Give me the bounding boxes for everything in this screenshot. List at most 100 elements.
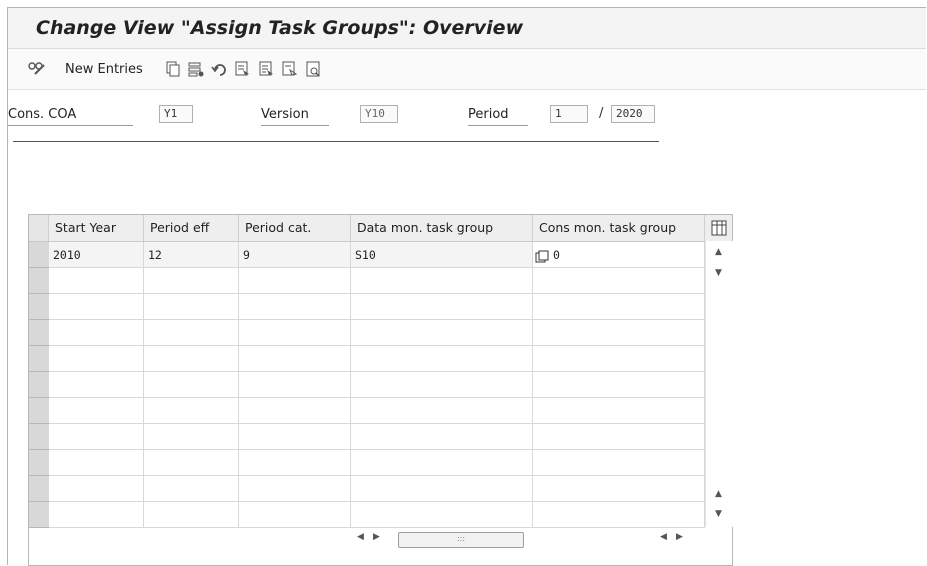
table-cell[interactable] xyxy=(351,476,533,502)
table-cell[interactable] xyxy=(49,450,144,476)
display-change-icon[interactable] xyxy=(26,59,48,79)
table-cell[interactable] xyxy=(144,320,239,346)
select-block-icon[interactable] xyxy=(257,59,277,79)
row-selector[interactable] xyxy=(29,450,49,476)
table-cell[interactable] xyxy=(239,372,351,398)
table-cell[interactable] xyxy=(533,294,705,320)
value-help-icon[interactable] xyxy=(535,247,549,263)
scroll-right-icon[interactable]: ▶ xyxy=(373,532,380,542)
table-cell[interactable]: 9 xyxy=(239,242,351,268)
scroll-page-down-icon[interactable]: ▼ xyxy=(715,268,722,278)
scroll-left-icon[interactable]: ◀ xyxy=(357,532,364,542)
period-underline xyxy=(468,125,528,126)
row-selector[interactable] xyxy=(29,398,49,424)
scroll-up-icon[interactable]: ▲ xyxy=(715,247,722,257)
table-cell[interactable] xyxy=(351,294,533,320)
table-cell[interactable] xyxy=(239,268,351,294)
table-cell[interactable]: 12 xyxy=(144,242,239,268)
table-cell[interactable]: S10 xyxy=(351,242,533,268)
table-cell[interactable] xyxy=(239,294,351,320)
table-cell[interactable] xyxy=(144,502,239,528)
table-cell[interactable] xyxy=(49,320,144,346)
column-header-start-year[interactable]: Start Year xyxy=(49,215,144,241)
table-cell[interactable] xyxy=(351,424,533,450)
row-selector[interactable] xyxy=(29,346,49,372)
scroll-page-up-icon[interactable]: ▲ xyxy=(715,489,722,499)
column-header-cons-mon-task-group[interactable]: Cons mon. task group xyxy=(533,215,705,241)
deselect-all-icon[interactable] xyxy=(280,59,300,79)
table-cell[interactable] xyxy=(351,372,533,398)
table-cell[interactable] xyxy=(49,372,144,398)
table-cell[interactable] xyxy=(239,502,351,528)
version-underline xyxy=(261,125,329,126)
table-cell[interactable] xyxy=(351,502,533,528)
table-cell[interactable] xyxy=(144,268,239,294)
table-cell[interactable] xyxy=(144,424,239,450)
horizontal-scrollbar-right[interactable]: ◀ ▶ xyxy=(654,529,704,547)
table-cell[interactable] xyxy=(49,268,144,294)
table-settings-icon[interactable] xyxy=(705,215,732,241)
row-selector[interactable] xyxy=(29,372,49,398)
table-cell[interactable] xyxy=(239,476,351,502)
undo-icon[interactable] xyxy=(209,59,229,79)
print-icon[interactable] xyxy=(304,59,324,79)
table-cell[interactable] xyxy=(144,294,239,320)
table-cell[interactable] xyxy=(144,398,239,424)
period-field[interactable]: 1 xyxy=(550,105,588,123)
select-all-rows-button[interactable] xyxy=(29,215,49,241)
cons-coa-field[interactable]: Y1 xyxy=(159,105,193,123)
table-cell[interactable] xyxy=(351,346,533,372)
table-cell[interactable] xyxy=(239,398,351,424)
table-cell[interactable] xyxy=(239,450,351,476)
table-cell[interactable] xyxy=(144,450,239,476)
table-cell[interactable]: 0 xyxy=(533,242,705,268)
fiscal-year-field[interactable]: 2020 xyxy=(611,105,655,123)
row-selector[interactable] xyxy=(29,502,49,528)
table-cell[interactable] xyxy=(239,320,351,346)
table-cell[interactable] xyxy=(351,450,533,476)
table-cell[interactable] xyxy=(351,398,533,424)
version-field[interactable]: Y10 xyxy=(360,105,398,123)
table-cell[interactable] xyxy=(533,398,705,424)
table-cell[interactable] xyxy=(239,424,351,450)
row-selector[interactable] xyxy=(29,424,49,450)
table-cell[interactable] xyxy=(144,476,239,502)
table-cell[interactable] xyxy=(49,502,144,528)
table-cell[interactable] xyxy=(533,502,705,528)
row-selector[interactable] xyxy=(29,242,49,268)
column-header-period-eff[interactable]: Period eff xyxy=(144,215,239,241)
select-all-icon[interactable] xyxy=(233,59,253,79)
table-cell[interactable] xyxy=(533,268,705,294)
table-cell[interactable] xyxy=(144,346,239,372)
table-cell[interactable]: 2010 xyxy=(49,242,144,268)
table-cell[interactable] xyxy=(351,320,533,346)
table-cell[interactable] xyxy=(49,346,144,372)
table-cell[interactable] xyxy=(144,372,239,398)
table-cell[interactable] xyxy=(49,476,144,502)
table-cell[interactable] xyxy=(351,268,533,294)
delete-icon[interactable] xyxy=(186,59,206,79)
column-header-data-mon-task-group[interactable]: Data mon. task group xyxy=(351,215,533,241)
table-cell[interactable] xyxy=(533,320,705,346)
table-cell[interactable] xyxy=(533,372,705,398)
table-cell[interactable] xyxy=(533,450,705,476)
copy-icon[interactable] xyxy=(163,59,183,79)
table-cell[interactable] xyxy=(239,346,351,372)
table-cell[interactable] xyxy=(49,424,144,450)
horizontal-scroll-thumb[interactable]: ::: xyxy=(398,532,524,548)
table-cell[interactable] xyxy=(49,398,144,424)
row-selector[interactable] xyxy=(29,476,49,502)
vertical-scrollbar[interactable]: ▲ ▼ ▲ ▼ xyxy=(705,241,733,527)
table-cell[interactable] xyxy=(533,346,705,372)
row-selector[interactable] xyxy=(29,320,49,346)
row-selector[interactable] xyxy=(29,294,49,320)
table-cell[interactable] xyxy=(49,294,144,320)
new-entries-button[interactable]: New Entries xyxy=(65,62,143,77)
scroll-left-icon[interactable]: ◀ xyxy=(660,532,667,542)
scroll-down-icon[interactable]: ▼ xyxy=(715,509,722,519)
row-selector[interactable] xyxy=(29,268,49,294)
scroll-right-icon[interactable]: ▶ xyxy=(676,532,683,542)
table-cell[interactable] xyxy=(533,476,705,502)
table-cell[interactable] xyxy=(533,424,705,450)
column-header-period-cat[interactable]: Period cat. xyxy=(239,215,351,241)
